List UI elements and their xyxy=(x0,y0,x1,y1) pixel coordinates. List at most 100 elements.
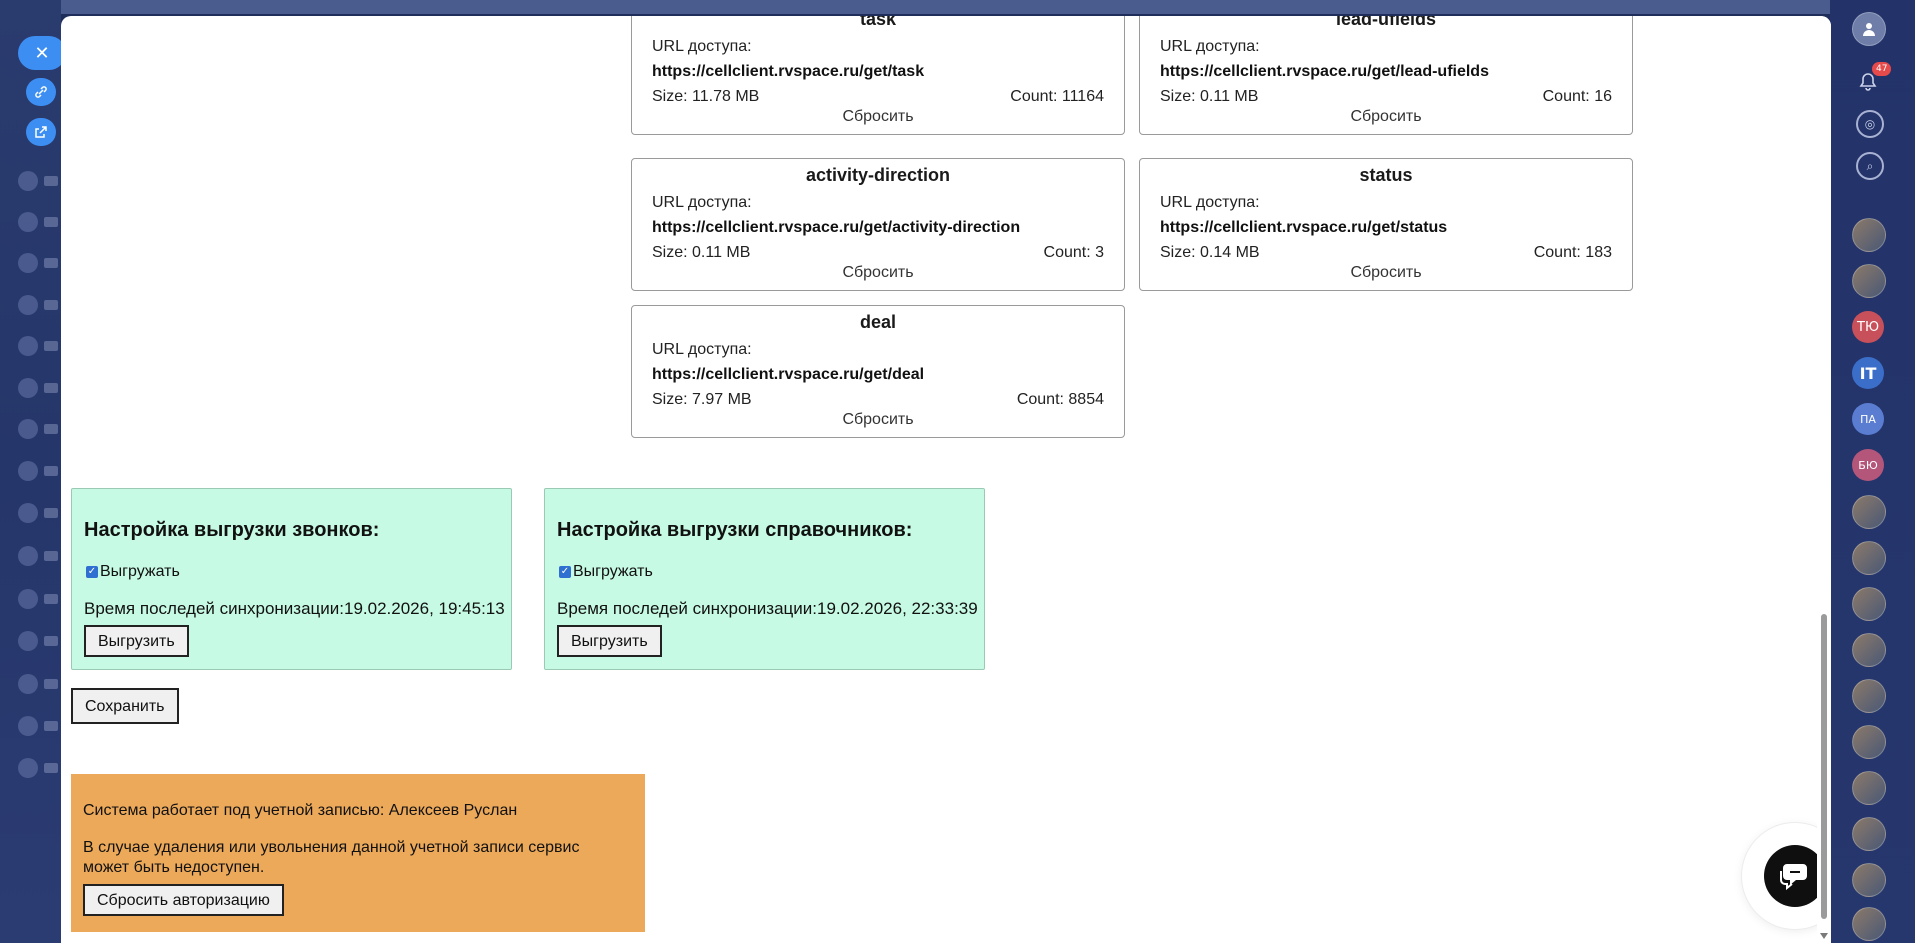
url-label: URL доступа: xyxy=(652,38,752,55)
background-topbar xyxy=(0,0,1830,14)
background-nav-item xyxy=(18,335,58,357)
count-value: Count: 183 xyxy=(1533,244,1612,261)
background-nav-item xyxy=(18,418,58,440)
size-value: Size: 0.11 MB xyxy=(652,244,751,261)
export-checkbox-row[interactable]: ✓ Выгружать xyxy=(559,563,653,581)
entity-card-task: task URL доступа: https://cellclient.rvs… xyxy=(631,16,1125,135)
right-rail: 47 ◎ ⌕ ТЮ IT ПА БЮ xyxy=(1830,0,1915,943)
close-slider-button[interactable]: ✕ xyxy=(18,36,66,70)
contact-avatar[interactable]: ТЮ xyxy=(1852,311,1884,343)
background-nav-item xyxy=(18,673,58,695)
checkbox-label: Выгружать xyxy=(573,563,653,580)
background-nav-item xyxy=(18,630,58,652)
count-value: Count: 3 xyxy=(1043,244,1104,261)
background-nav-item xyxy=(18,377,58,399)
scroll-down-arrow-icon[interactable] xyxy=(1820,933,1828,939)
open-new-window-button[interactable] xyxy=(26,118,56,146)
count-value: Count: 8854 xyxy=(1016,391,1104,408)
export-calls-button[interactable]: Выгрузить xyxy=(84,625,189,657)
user-profile-avatar[interactable] xyxy=(1852,12,1886,46)
background-nav-item xyxy=(18,588,58,610)
contact-avatar[interactable]: ПА xyxy=(1852,403,1884,435)
access-url[interactable]: https://cellclient.rvspace.ru/get/status xyxy=(1160,219,1447,237)
avatar-initials: БЮ xyxy=(1858,458,1878,472)
panel-title: Настройка выгрузки звонков: xyxy=(84,519,380,541)
copilot-button[interactable]: ◎ xyxy=(1856,110,1884,138)
background-nav-item xyxy=(18,715,58,737)
export-checkbox[interactable]: ✓ xyxy=(559,566,571,578)
avatar-initials: IT xyxy=(1859,363,1877,383)
background-nav-item xyxy=(18,757,58,779)
link-icon xyxy=(35,86,47,98)
entity-card-status: status URL доступа: https://cellclient.r… xyxy=(1139,158,1633,291)
reset-authorization-button[interactable]: Сбросить авторизацию xyxy=(83,884,284,916)
last-sync-text: Время последей синхронизации:19.02.2026,… xyxy=(557,599,978,618)
reset-button[interactable]: Сбросить xyxy=(1140,108,1632,126)
background-nav-item xyxy=(18,252,58,274)
access-url[interactable]: https://cellclient.rvspace.ru/get/deal xyxy=(652,366,924,384)
reset-button[interactable]: Сбросить xyxy=(632,411,1124,429)
messenger-button[interactable]: ⌕ xyxy=(1856,152,1884,180)
count-value: Count: 11164 xyxy=(1010,88,1104,105)
size-value: Size: 0.14 MB xyxy=(1160,244,1260,261)
checkbox-label: Выгружать xyxy=(100,563,180,580)
contact-avatar[interactable] xyxy=(1852,817,1886,851)
contact-avatar[interactable] xyxy=(1852,218,1886,252)
close-icon: ✕ xyxy=(34,42,50,64)
card-title: status xyxy=(1359,165,1413,185)
contact-avatar[interactable]: БЮ xyxy=(1852,449,1884,481)
entity-card-lead-ufields: lead-ufields URL доступа: https://cellcl… xyxy=(1139,16,1633,135)
export-checkbox[interactable]: ✓ xyxy=(86,566,98,578)
avatar-initials: ТЮ xyxy=(1857,319,1879,335)
contact-avatar[interactable] xyxy=(1852,907,1886,941)
contact-avatar[interactable]: IT xyxy=(1852,357,1884,389)
contact-avatar[interactable] xyxy=(1852,679,1886,713)
contact-avatar[interactable] xyxy=(1852,863,1886,897)
contact-avatar[interactable] xyxy=(1852,725,1886,759)
contact-avatar[interactable] xyxy=(1852,264,1886,298)
url-label: URL доступа: xyxy=(1160,38,1260,55)
panel-title: Настройка выгрузки справочников: xyxy=(557,519,913,541)
last-sync-text: Время последей синхронизации:19.02.2026,… xyxy=(84,599,505,618)
modal-scrollbar[interactable] xyxy=(1817,16,1831,943)
copy-link-button[interactable] xyxy=(26,78,56,106)
save-button[interactable]: Сохранить xyxy=(71,688,179,724)
access-url[interactable]: https://cellclient.rvspace.ru/get/task xyxy=(652,63,924,81)
size-value: Size: 11.78 MB xyxy=(652,88,760,105)
count-value: Count: 16 xyxy=(1542,88,1612,105)
size-value: Size: 7.97 MB xyxy=(652,391,752,408)
access-url[interactable]: https://cellclient.rvspace.ru/get/lead-u… xyxy=(1160,63,1489,81)
notification-count-badge: 47 xyxy=(1872,62,1892,76)
contact-avatar[interactable] xyxy=(1852,541,1886,575)
user-icon xyxy=(1863,23,1875,36)
url-label: URL доступа: xyxy=(652,341,752,358)
background-nav-item xyxy=(18,211,58,233)
spiral-icon: ◎ xyxy=(1864,117,1876,131)
export-references-button[interactable]: Выгрузить xyxy=(557,625,662,657)
contact-avatar[interactable] xyxy=(1852,771,1886,805)
chat-search-icon: ⌕ xyxy=(1866,158,1874,173)
contact-avatar[interactable] xyxy=(1852,587,1886,621)
references-export-panel: Настройка выгрузки справочников: ✓ Выгру… xyxy=(544,488,985,670)
background-nav-item xyxy=(18,294,58,316)
url-label: URL доступа: xyxy=(1160,194,1260,211)
card-title: task xyxy=(859,16,897,29)
card-title: deal xyxy=(859,312,897,332)
settings-modal: task URL доступа: https://cellclient.rvs… xyxy=(61,16,1831,943)
contact-avatar[interactable] xyxy=(1852,633,1886,667)
reset-button[interactable]: Сбросить xyxy=(1140,264,1632,282)
size-value: Size: 0.11 MB xyxy=(1160,88,1259,105)
avatar-initials: ПА xyxy=(1860,412,1876,426)
external-link-icon xyxy=(35,126,47,138)
reset-button[interactable]: Сбросить xyxy=(632,264,1124,282)
contact-avatar[interactable] xyxy=(1852,495,1886,529)
reset-button[interactable]: Сбросить xyxy=(632,108,1124,126)
scrollbar-thumb[interactable] xyxy=(1821,614,1827,919)
export-checkbox-row[interactable]: ✓ Выгружать xyxy=(86,563,180,581)
background-nav-item xyxy=(18,545,58,567)
entity-card-deal: deal URL доступа: https://cellclient.rvs… xyxy=(631,305,1125,438)
card-title: activity-direction xyxy=(805,165,951,185)
card-title: lead-ufields xyxy=(1335,16,1437,29)
access-url[interactable]: https://cellclient.rvspace.ru/get/activi… xyxy=(652,219,1020,237)
account-text: Система работает под учетной записью: Ал… xyxy=(83,802,518,819)
